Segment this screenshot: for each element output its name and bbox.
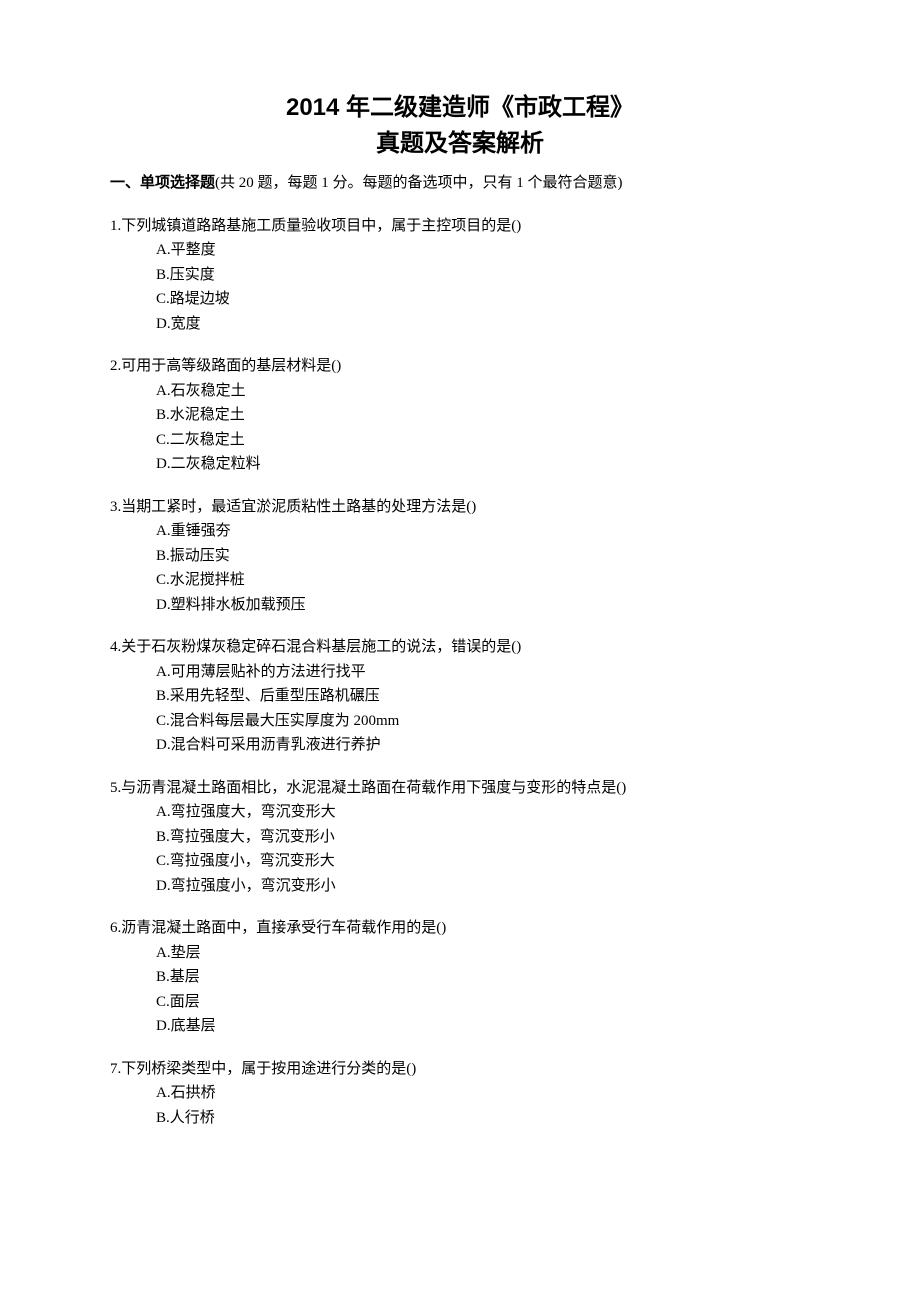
- title-line-2: 真题及答案解析: [110, 126, 810, 162]
- question-option: B.水泥稳定土: [110, 404, 810, 427]
- question-option: B.基层: [110, 966, 810, 989]
- question-option: C.路堤边坡: [110, 288, 810, 311]
- question-option: A.重锤强夯: [110, 520, 810, 543]
- question-option: D.混合料可采用沥青乳液进行养护: [110, 734, 810, 757]
- question-option: B.振动压实: [110, 545, 810, 568]
- question-option: A.石拱桥: [110, 1082, 810, 1105]
- section-desc: (共 20 题，每题 1 分。每题的备选项中，只有 1 个最符合题意): [215, 175, 623, 191]
- question-stem: 7.下列桥梁类型中，属于按用途进行分类的是(): [110, 1058, 810, 1081]
- question-option: D.宽度: [110, 313, 810, 336]
- question-option: D.二灰稳定粒料: [110, 453, 810, 476]
- question-option: B.采用先轻型、后重型压路机碾压: [110, 685, 810, 708]
- questions-container: 1.下列城镇道路路基施工质量验收项目中，属于主控项目的是()A.平整度B.压实度…: [110, 215, 810, 1130]
- question-block: 7.下列桥梁类型中，属于按用途进行分类的是()A.石拱桥B.人行桥: [110, 1058, 810, 1130]
- question-stem: 6.沥青混凝土路面中，直接承受行车荷载作用的是(): [110, 917, 810, 940]
- section-label: 一、单项选择题: [110, 174, 215, 191]
- question-block: 3.当期工紧时，最适宜淤泥质粘性土路基的处理方法是()A.重锤强夯B.振动压实C…: [110, 496, 810, 617]
- question-option: B.压实度: [110, 264, 810, 287]
- question-block: 4.关于石灰粉煤灰稳定碎石混合料基层施工的说法，错误的是()A.可用薄层贴补的方…: [110, 636, 810, 757]
- question-option: D.塑料排水板加载预压: [110, 594, 810, 617]
- question-option: B.人行桥: [110, 1107, 810, 1130]
- question-stem: 3.当期工紧时，最适宜淤泥质粘性土路基的处理方法是(): [110, 496, 810, 519]
- question-option: C.二灰稳定土: [110, 429, 810, 452]
- question-stem: 4.关于石灰粉煤灰稳定碎石混合料基层施工的说法，错误的是(): [110, 636, 810, 659]
- question-option: C.混合料每层最大压实厚度为 200mm: [110, 710, 810, 733]
- question-stem: 2.可用于高等级路面的基层材料是(): [110, 355, 810, 378]
- question-option: A.弯拉强度大，弯沉变形大: [110, 801, 810, 824]
- question-block: 6.沥青混凝土路面中，直接承受行车荷载作用的是()A.垫层B.基层C.面层D.底…: [110, 917, 810, 1038]
- question-stem: 1.下列城镇道路路基施工质量验收项目中，属于主控项目的是(): [110, 215, 810, 238]
- section-header: 一、单项选择题(共 20 题，每题 1 分。每题的备选项中，只有 1 个最符合题…: [110, 172, 810, 195]
- question-block: 5.与沥青混凝土路面相比，水泥混凝土路面在荷载作用下强度与变形的特点是()A.弯…: [110, 777, 810, 898]
- question-option: A.垫层: [110, 942, 810, 965]
- question-option: A.可用薄层贴补的方法进行找平: [110, 661, 810, 684]
- question-option: B.弯拉强度大，弯沉变形小: [110, 826, 810, 849]
- question-option: D.底基层: [110, 1015, 810, 1038]
- question-option: C.弯拉强度小，弯沉变形大: [110, 850, 810, 873]
- question-option: D.弯拉强度小，弯沉变形小: [110, 875, 810, 898]
- question-block: 2.可用于高等级路面的基层材料是()A.石灰稳定土B.水泥稳定土C.二灰稳定土D…: [110, 355, 810, 476]
- question-stem: 5.与沥青混凝土路面相比，水泥混凝土路面在荷载作用下强度与变形的特点是(): [110, 777, 810, 800]
- question-option: C.面层: [110, 991, 810, 1014]
- question-option: C.水泥搅拌桩: [110, 569, 810, 592]
- question-option: A.石灰稳定土: [110, 380, 810, 403]
- question-option: A.平整度: [110, 239, 810, 262]
- document-title: 2014 年二级建造师《市政工程》 真题及答案解析: [110, 90, 810, 162]
- question-block: 1.下列城镇道路路基施工质量验收项目中，属于主控项目的是()A.平整度B.压实度…: [110, 215, 810, 336]
- title-line-1: 2014 年二级建造师《市政工程》: [110, 90, 810, 126]
